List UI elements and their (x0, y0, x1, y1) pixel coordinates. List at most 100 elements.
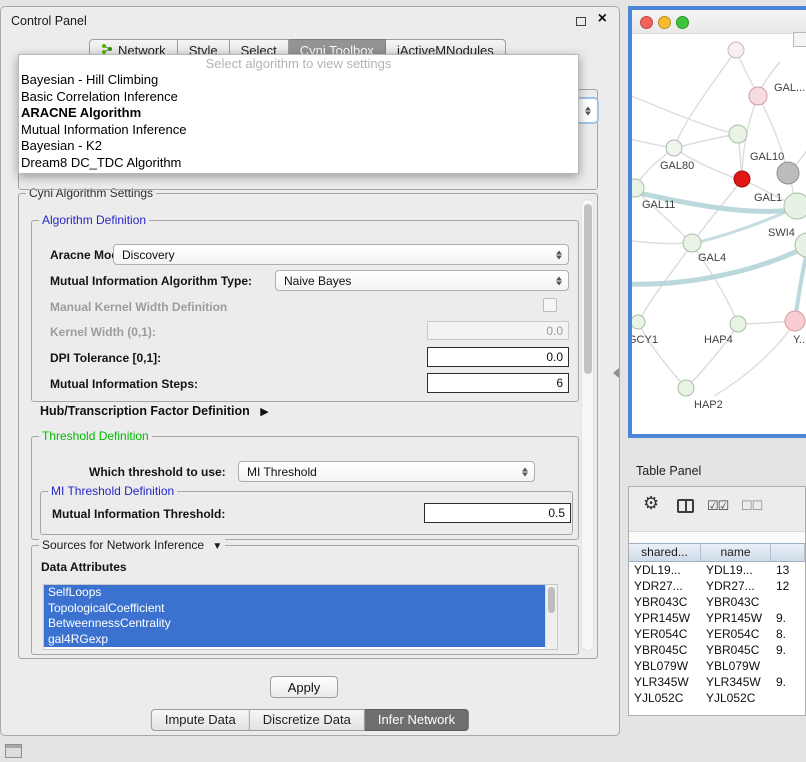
table-row[interactable]: YDL19...YDL19...13 (629, 562, 805, 578)
algorithm-option-aracne-algorithm[interactable]: ARACNE Algorithm (19, 105, 578, 122)
which-threshold-select[interactable]: MI Threshold (238, 461, 535, 482)
combo-arrows-icon (522, 467, 528, 476)
mi-steps-input[interactable] (427, 373, 569, 393)
float-panel-icon[interactable] (576, 17, 586, 26)
table-row[interactable]: YBR043CYBR043C (629, 594, 805, 610)
aracne-mode-select[interactable]: Discovery (113, 244, 569, 265)
kernel-width-input[interactable] (427, 321, 569, 340)
manual-kernel-width-checkbox[interactable] (543, 298, 557, 312)
deselect-columns-icon[interactable]: ☐☐ (741, 498, 762, 514)
apply-button[interactable]: Apply (270, 676, 338, 698)
algorithm-option-list: Bayesian - Hill ClimbingBasic Correlatio… (19, 72, 578, 171)
table-row[interactable]: YDR27...YDR27...12 (629, 578, 805, 594)
table-cell: YBR045C (629, 642, 701, 658)
table-cell: YJL052C (701, 690, 771, 706)
data-attributes-list[interactable]: SelfLoopsTopologicalCoefficientBetweenne… (43, 584, 558, 650)
algorithm-option-basic-correlation-inference[interactable]: Basic Correlation Inference (19, 89, 578, 106)
table-cell (771, 594, 805, 610)
table-cell: YBL079W (701, 658, 771, 674)
network-node[interactable] (734, 171, 750, 187)
hub-definition-toggle[interactable]: Hub/Transcription Factor Definition ▶ (40, 404, 269, 418)
network-node[interactable] (777, 162, 799, 184)
table-cell: YDR27... (629, 578, 701, 594)
zoom-button[interactable] (676, 16, 689, 29)
attribute-item-gal4rgexp[interactable]: gal4RGexp (44, 632, 557, 648)
minimized-panel-icon[interactable] (5, 744, 22, 758)
table-row[interactable]: YBR045CYBR045C9. (629, 642, 805, 658)
kernel-width-label: Kernel Width (0,1): (50, 325, 156, 339)
attribute-item-betweennesscentrality[interactable]: BetweennessCentrality (44, 616, 557, 632)
settings-scrollbar[interactable] (581, 199, 594, 651)
table-cell: YJL052C (629, 690, 701, 706)
bottom-tab-infer-network[interactable]: Infer Network (365, 709, 469, 731)
table-cell: YPR145W (701, 610, 771, 626)
columns-icon[interactable] (677, 499, 694, 513)
mi-algorithm-type-select[interactable]: Naive Bayes (275, 270, 569, 291)
gear-icon[interactable]: ⚙ (643, 493, 659, 514)
data-attributes-label: Data Attributes (41, 560, 127, 574)
table-cell: 13 (771, 562, 805, 578)
table-cell: YBR045C (701, 642, 771, 658)
mi-threshold-group-title: MI Threshold Definition (48, 484, 177, 498)
network-node-label: HAP4 (704, 334, 733, 346)
collapse-arrow-icon: ▼ (212, 541, 222, 552)
network-corner-widget[interactable] (793, 32, 806, 47)
table-toolbar-divider (629, 531, 805, 543)
mi-threshold-label: Mutual Information Threshold: (52, 507, 225, 521)
table-cell: YDR27... (701, 578, 771, 594)
bottom-tab-discretize-data[interactable]: Discretize Data (250, 709, 365, 731)
manual-kernel-width-label: Manual Kernel Width Definition (50, 300, 227, 314)
bottom-tab-bar: Impute DataDiscretize DataInfer Network (151, 709, 469, 731)
scrollbar-thumb[interactable] (584, 204, 592, 374)
table-cell: YLR345W (629, 674, 701, 690)
column-header-shared[interactable]: shared... (629, 544, 701, 561)
dpi-tolerance-input[interactable] (427, 347, 569, 367)
table-row[interactable]: YLR345WYLR345W9. (629, 674, 805, 690)
close-panel-icon[interactable]: × (598, 10, 607, 28)
network-node[interactable] (683, 234, 701, 252)
network-edge (675, 134, 738, 148)
column-header-name[interactable]: name (701, 544, 771, 561)
network-node-label: GAL... (774, 82, 805, 94)
close-button[interactable] (640, 16, 653, 29)
scrollbar-thumb[interactable] (548, 587, 555, 613)
network-node[interactable] (729, 125, 747, 143)
network-node[interactable] (784, 193, 806, 219)
algorithm-option-mutual-information-inference[interactable]: Mutual Information Inference (19, 122, 578, 139)
mi-threshold-input[interactable] (424, 503, 571, 523)
network-node[interactable] (666, 140, 682, 156)
algorithm-option-bayesian-k2[interactable]: Bayesian - K2 (19, 138, 578, 155)
sources-group-toggle[interactable]: Sources for Network Inference ▼ (39, 538, 225, 552)
dpi-tolerance-label: DPI Tolerance [0,1]: (50, 351, 161, 365)
table-row[interactable]: YJL052CYJL052C (629, 690, 805, 706)
table-cell: YLR345W (701, 674, 771, 690)
table-row[interactable]: YBL079WYBL079W (629, 658, 805, 674)
network-node[interactable] (728, 42, 744, 58)
network-node[interactable] (749, 87, 767, 105)
network-node[interactable] (632, 315, 645, 329)
network-node[interactable] (730, 316, 746, 332)
network-node-label: GAL4 (698, 252, 726, 264)
bottom-tab-impute-data[interactable]: Impute Data (151, 709, 250, 731)
network-node[interactable] (678, 380, 694, 396)
network-node-label: GAL10 (750, 151, 784, 163)
algorithm-option-dream8-dc-tdc-algorithm[interactable]: Dream8 DC_TDC Algorithm (19, 155, 578, 172)
algorithm-dropdown-popup: Select algorithm to view settings Bayesi… (18, 54, 579, 174)
attribute-list-scrollbar[interactable] (545, 585, 557, 649)
expand-arrow-icon: ▶ (260, 406, 268, 418)
table-row[interactable]: YER054CYER054C8. (629, 626, 805, 642)
table-row[interactable]: YPR145WYPR145W9. (629, 610, 805, 626)
network-canvas[interactable]: GAL...GAL80GAL10GAL11GAL1SWI4GAL4GCY1HAP… (632, 34, 806, 438)
column-header-extra[interactable] (771, 544, 805, 561)
splitter-handle-icon[interactable] (613, 368, 619, 378)
table-header: shared...name (629, 543, 805, 562)
table-body: YDL19...YDL19...13YDR27...YDR27...12YBR0… (629, 562, 805, 715)
minimize-button[interactable] (658, 16, 671, 29)
sources-group-title: Sources for Network Inference (42, 538, 204, 552)
attribute-item-selfloops[interactable]: SelfLoops (44, 585, 557, 601)
mi-threshold-group: MI Threshold Definition Mutual Informati… (40, 491, 573, 535)
select-columns-icon[interactable]: ☑☑ (707, 498, 728, 514)
attribute-item-topologicalcoefficient[interactable]: TopologicalCoefficient (44, 601, 557, 617)
algorithm-option-bayesian-hill-climbing[interactable]: Bayesian - Hill Climbing (19, 72, 578, 89)
network-node[interactable] (785, 311, 805, 331)
